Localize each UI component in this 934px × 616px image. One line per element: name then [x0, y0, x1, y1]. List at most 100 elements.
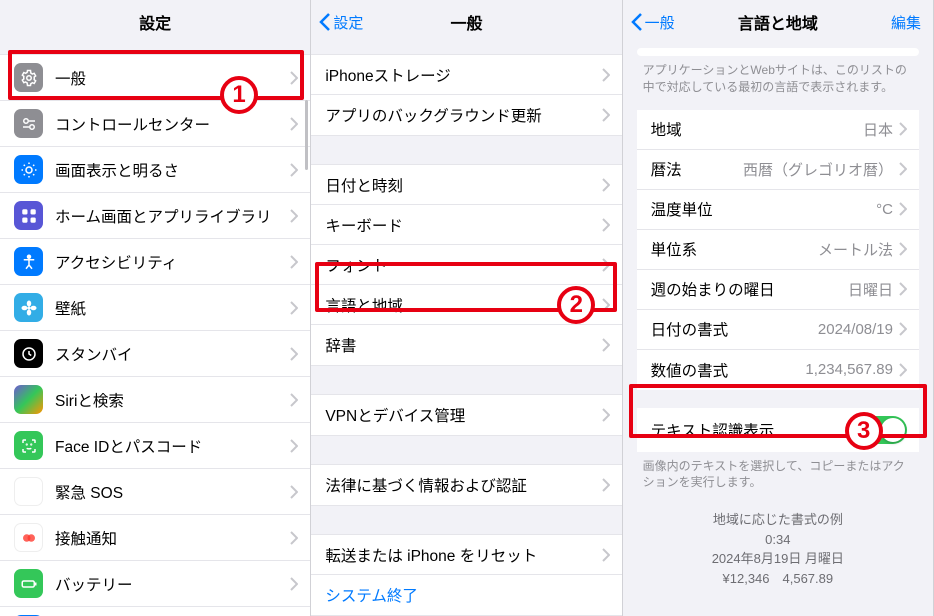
lang-scroll[interactable]: アプリケーションとWebサイトは、このリストの中で対応している最初の言語で表示さ… [623, 44, 933, 616]
row-exposure[interactable]: 接触通知 [0, 515, 310, 561]
row-privacy[interactable]: プライバシーとセキュリティ [0, 607, 310, 616]
general-scroll[interactable]: iPhoneストレージ アプリのバックグラウンド更新 日付と時刻 キーボード フ… [311, 44, 621, 616]
row-temperature[interactable]: 温度単位 °C [637, 190, 919, 230]
row-shutdown[interactable]: システム終了 [311, 575, 621, 615]
row-legal[interactable]: 法律に基づく情報および認証 [311, 465, 621, 505]
row-display[interactable]: 画面表示と明るさ [0, 147, 310, 193]
chevron-right-icon [899, 162, 907, 176]
edit-button[interactable]: 編集 [891, 12, 921, 33]
row-label: 温度単位 [651, 198, 876, 220]
lang-title: 言語と地域 [738, 10, 818, 34]
row-measurement[interactable]: 単位系 メートル法 [637, 230, 919, 270]
row-siri[interactable]: Siriと検索 [0, 377, 310, 423]
row-transfer-reset[interactable]: 転送または iPhone をリセット [311, 535, 621, 575]
row-label: 地域 [651, 118, 863, 140]
row-label: アクセシビリティ [55, 251, 290, 273]
row-label: 一般 [55, 67, 290, 89]
back-label: 設定 [333, 12, 363, 33]
row-accessibility[interactable]: アクセシビリティ [0, 239, 310, 285]
switches-icon [14, 109, 43, 138]
faceid-icon [14, 431, 43, 460]
row-keyboard[interactable]: キーボード [311, 205, 621, 245]
example-title: 地域に応じた書式の例 [633, 509, 923, 528]
back-button[interactable]: 一般 [631, 12, 675, 33]
person-icon [14, 247, 43, 276]
sun-icon [14, 155, 43, 184]
row-label: バッテリー [55, 573, 290, 595]
row-label: コントロールセンター [55, 113, 290, 135]
chevron-right-icon [290, 117, 298, 131]
row-date-time[interactable]: 日付と時刻 [311, 165, 621, 205]
row-iphone-storage[interactable]: iPhoneストレージ [311, 55, 621, 95]
row-wallpaper[interactable]: 壁紙 [0, 285, 310, 331]
row-standby[interactable]: スタンバイ [0, 331, 310, 377]
row-label: 日付と時刻 [325, 174, 601, 196]
chevron-right-icon [899, 363, 907, 377]
row-label: アプリのバックグラウンド更新 [325, 104, 601, 126]
row-label: テキスト認識表示 [651, 419, 859, 441]
chevron-right-icon [602, 408, 610, 422]
row-dictionary[interactable]: 辞書 [311, 325, 621, 365]
flower-icon [14, 293, 43, 322]
chevron-right-icon [602, 68, 610, 82]
row-vpn[interactable]: VPNとデバイス管理 [311, 395, 621, 435]
example-line: ¥12,346 4,567.89 [633, 568, 923, 587]
row-font[interactable]: フォント [311, 245, 621, 285]
general-group-reset: 転送または iPhone をリセット システム終了 [311, 534, 621, 616]
row-sos[interactable]: SOS 緊急 SOS [0, 469, 310, 515]
row-value: 日曜日 [848, 279, 893, 300]
row-live-text[interactable]: テキスト認識表示 [637, 408, 919, 452]
row-value: 2024/08/19 [818, 321, 893, 338]
chevron-right-icon [602, 548, 610, 562]
row-bg-refresh[interactable]: アプリのバックグラウンド更新 [311, 95, 621, 135]
chevron-right-icon [290, 301, 298, 315]
chevron-right-icon [290, 209, 298, 223]
sos-icon: SOS [14, 477, 43, 506]
row-home[interactable]: ホーム画面とアプリライブラリ [0, 193, 310, 239]
general-group-datetime: 日付と時刻 キーボード フォント 言語と地域 辞書 [311, 164, 621, 366]
settings-scroll[interactable]: 一般 コントロールセンター 画面表示と明るさ ホーム画面とアプリライブラリ アク [0, 44, 310, 616]
chevron-right-icon [899, 322, 907, 336]
chevron-right-icon [899, 282, 907, 296]
row-label: 単位系 [651, 238, 818, 260]
row-language-region[interactable]: 言語と地域 [311, 285, 621, 325]
chevron-right-icon [290, 439, 298, 453]
row-battery[interactable]: バッテリー [0, 561, 310, 607]
row-number-format[interactable]: 数値の書式 1,234,567.89 [637, 350, 919, 390]
row-label: 接触通知 [55, 527, 290, 549]
chevron-right-icon [602, 108, 610, 122]
row-label: Siriと検索 [55, 389, 290, 411]
live-text-toggle[interactable] [859, 416, 907, 444]
row-label: 辞書 [325, 334, 601, 356]
row-label: 法律に基づく情報および認証 [325, 474, 601, 496]
row-label: システム終了 [325, 584, 609, 606]
row-region[interactable]: 地域 日本 [637, 110, 919, 150]
row-control-center[interactable]: コントロールセンター [0, 101, 310, 147]
row-label: 数値の書式 [651, 359, 806, 381]
siri-icon [14, 385, 43, 414]
format-example: 地域に応じた書式の例 0:34 2024年8月19日 月曜日 ¥12,346 4… [623, 493, 933, 604]
row-label: 言語と地域 [325, 294, 601, 316]
row-week-start[interactable]: 週の始まりの曜日 日曜日 [637, 270, 919, 310]
row-date-format[interactable]: 日付の書式 2024/08/19 [637, 310, 919, 350]
row-label: 壁紙 [55, 297, 290, 319]
scrollbar[interactable] [305, 100, 308, 170]
chevron-right-icon [602, 218, 610, 232]
note-top: アプリケーションとWebサイトは、このリストの中で対応している最初の言語で表示さ… [623, 56, 933, 98]
settings-nav: 設定 [0, 0, 310, 44]
chevron-right-icon [290, 71, 298, 85]
row-label: Face IDとパスコード [55, 435, 290, 457]
chevron-right-icon [899, 242, 907, 256]
row-calendar[interactable]: 暦法 西暦（グレゴリオ暦） [637, 150, 919, 190]
row-faceid[interactable]: Face IDとパスコード [0, 423, 310, 469]
row-general[interactable]: 一般 [0, 55, 310, 101]
lang-group-text-rec: テキスト認識表示 [637, 408, 919, 452]
general-group-vpn: VPNとデバイス管理 [311, 394, 621, 436]
row-value: °C [876, 201, 893, 218]
back-button[interactable]: 設定 [319, 12, 363, 33]
row-label: 緊急 SOS [55, 481, 290, 503]
general-title: 一般 [450, 10, 482, 34]
lang-group-main: 地域 日本 暦法 西暦（グレゴリオ暦） 温度単位 °C 単位系 メートル法 週の… [637, 110, 919, 390]
chevron-right-icon [602, 338, 610, 352]
example-line: 2024年8月19日 月曜日 [633, 548, 923, 567]
